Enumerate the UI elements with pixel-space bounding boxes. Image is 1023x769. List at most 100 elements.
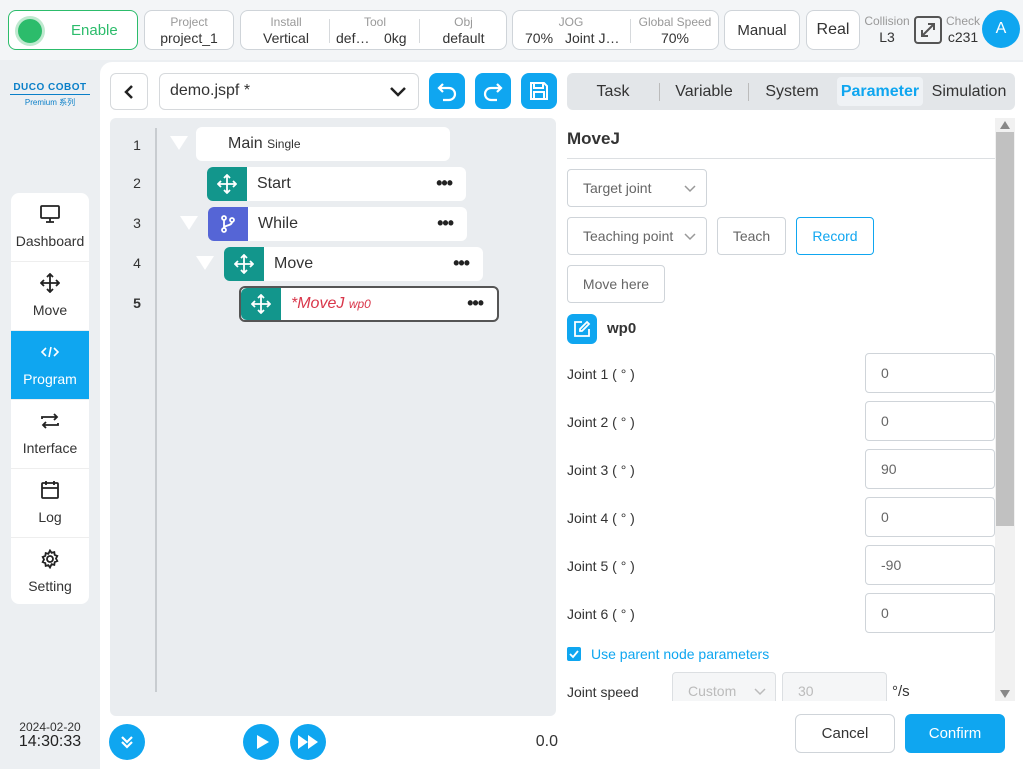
check-value: c231: [947, 29, 979, 45]
top-bar: Enable Project project_1 Install Vertica…: [0, 0, 1023, 60]
joint-speed-mode-select[interactable]: Custom: [672, 672, 776, 701]
run-time-value: 0.0: [535, 733, 558, 750]
chevron-down-icon: [390, 87, 406, 97]
real-mode-label: Real: [816, 21, 850, 38]
panel-tabs: Task Variable System Parameter Simulatio…: [567, 73, 1015, 110]
sidebar-item-program[interactable]: Program: [11, 331, 89, 400]
scroll-up-icon[interactable]: [1000, 121, 1010, 129]
step-down-icon: [121, 736, 133, 749]
install-value: Vertical: [263, 30, 309, 46]
file-name: demo.jspf *: [170, 82, 251, 99]
chevron-down-icon: [684, 233, 696, 241]
sidebar-item-label: Dashboard: [15, 233, 85, 249]
sidebar-item-label: Setting: [28, 578, 72, 594]
undo-icon: [437, 83, 457, 102]
joint-4-input[interactable]: 0: [865, 497, 995, 537]
save-button[interactable]: [521, 73, 557, 109]
fast-forward-icon: [298, 735, 318, 749]
move-arrows-icon: [241, 288, 281, 320]
joint-3-input[interactable]: 90: [865, 449, 995, 489]
joint-1-label: Joint 1 ( ° ): [567, 366, 635, 382]
scroll-down-icon[interactable]: [1000, 690, 1010, 698]
tab-variable[interactable]: Variable: [660, 73, 748, 110]
real-mode-button[interactable]: Real: [806, 10, 860, 50]
more-icon[interactable]: •••: [467, 293, 484, 314]
joint-5-input[interactable]: -90: [865, 545, 995, 585]
fast-forward-button[interactable]: [290, 724, 326, 760]
line-number: 4: [133, 255, 141, 271]
monitor-icon: [40, 205, 60, 223]
tree-node-start[interactable]: Start •••: [207, 167, 466, 201]
more-icon[interactable]: •••: [453, 253, 470, 274]
joint-2-label: Joint 2 ( ° ): [567, 414, 635, 430]
move-here-button[interactable]: Move here: [567, 265, 665, 303]
record-button[interactable]: Record: [796, 217, 874, 255]
back-button[interactable]: [110, 73, 148, 110]
collapse-triangle-icon[interactable]: [170, 136, 188, 150]
tree-node-movej-selected[interactable]: *MoveJ wp0 •••: [239, 286, 499, 322]
collapse-triangle-icon[interactable]: [180, 216, 198, 230]
tab-task[interactable]: Task: [567, 73, 659, 110]
joint-1-input[interactable]: 0: [865, 353, 995, 393]
project-indicator[interactable]: Project project_1: [144, 10, 234, 50]
undo-button[interactable]: [429, 73, 465, 109]
joint-speed-label: Joint speed: [567, 684, 639, 700]
file-select[interactable]: demo.jspf *: [159, 73, 419, 110]
collapse-triangle-icon[interactable]: [196, 256, 214, 270]
tab-system[interactable]: System: [749, 73, 835, 110]
teaching-point-select[interactable]: Teaching point: [567, 217, 707, 255]
project-label: Project: [170, 15, 208, 29]
more-icon[interactable]: •••: [437, 213, 454, 234]
play-button[interactable]: [243, 724, 279, 760]
jog-percent: 70%: [525, 30, 554, 46]
teach-button[interactable]: Teach: [717, 217, 786, 255]
jog-mode: Joint J…: [565, 30, 620, 46]
joint-speed-input[interactable]: 30: [782, 672, 887, 701]
collision-value: L3: [879, 29, 895, 45]
tree-node-move[interactable]: Move •••: [224, 247, 483, 281]
sidebar-item-move[interactable]: Move: [11, 262, 89, 331]
use-parent-label[interactable]: Use parent node parameters: [591, 646, 769, 662]
chevron-left-icon: [124, 85, 133, 99]
parameter-scrollbar[interactable]: [995, 118, 1015, 701]
collision-label: Collision: [864, 14, 910, 28]
tab-simulation[interactable]: Simulation: [925, 73, 1013, 110]
tree-node-while[interactable]: While •••: [208, 207, 467, 241]
joint-3-label: Joint 3 ( ° ): [567, 462, 635, 478]
tree-node-main[interactable]: Main Single: [196, 127, 450, 161]
joint-2-input[interactable]: 0: [865, 401, 995, 441]
move-arrows-icon: [224, 247, 264, 281]
sidebar-item-interface[interactable]: Interface: [11, 400, 89, 469]
sidebar-item-label: Interface: [22, 440, 78, 456]
use-parent-checkbox[interactable]: [567, 647, 581, 661]
more-icon[interactable]: •••: [436, 173, 453, 194]
play-icon: [257, 735, 269, 749]
enable-button[interactable]: Enable: [8, 10, 138, 50]
confirm-button[interactable]: Confirm: [905, 714, 1005, 753]
node-title: Move: [274, 255, 314, 272]
redo-button[interactable]: [475, 73, 511, 109]
step-into-button[interactable]: [109, 724, 145, 760]
joint-speed-mode-value: Custom: [688, 683, 737, 699]
sidebar-item-dashboard[interactable]: Dashboard: [11, 193, 89, 262]
sidebar-item-setting[interactable]: Setting: [11, 538, 89, 604]
current-time: 14:30:33: [18, 733, 82, 750]
sidebar-item-label: Log: [38, 509, 62, 525]
install-tool-obj-group[interactable]: Install Vertical Tool def… 0kg Obj defau…: [240, 10, 507, 50]
parameter-panel: MoveJ Target joint Teaching point Teach …: [557, 118, 995, 701]
joint-5-label: Joint 5 ( ° ): [567, 558, 635, 574]
sidebar-item-log[interactable]: Log: [11, 469, 89, 538]
install-label: Install: [270, 15, 302, 29]
manual-mode-button[interactable]: Manual: [724, 10, 800, 50]
tab-parameter[interactable]: Parameter: [837, 77, 923, 106]
avatar[interactable]: A: [982, 10, 1020, 48]
joint-6-input[interactable]: 0: [865, 593, 995, 633]
jog-speed-group[interactable]: JOG 70% Joint J… Global Speed 70%: [512, 10, 719, 50]
expand-icon[interactable]: [914, 16, 942, 44]
node-title: While: [258, 215, 299, 232]
scroll-thumb[interactable]: [996, 132, 1014, 526]
cancel-button[interactable]: Cancel: [795, 714, 895, 753]
edit-waypoint-button[interactable]: [567, 314, 597, 344]
target-select[interactable]: Target joint: [567, 169, 707, 207]
check-icon: [569, 650, 579, 659]
